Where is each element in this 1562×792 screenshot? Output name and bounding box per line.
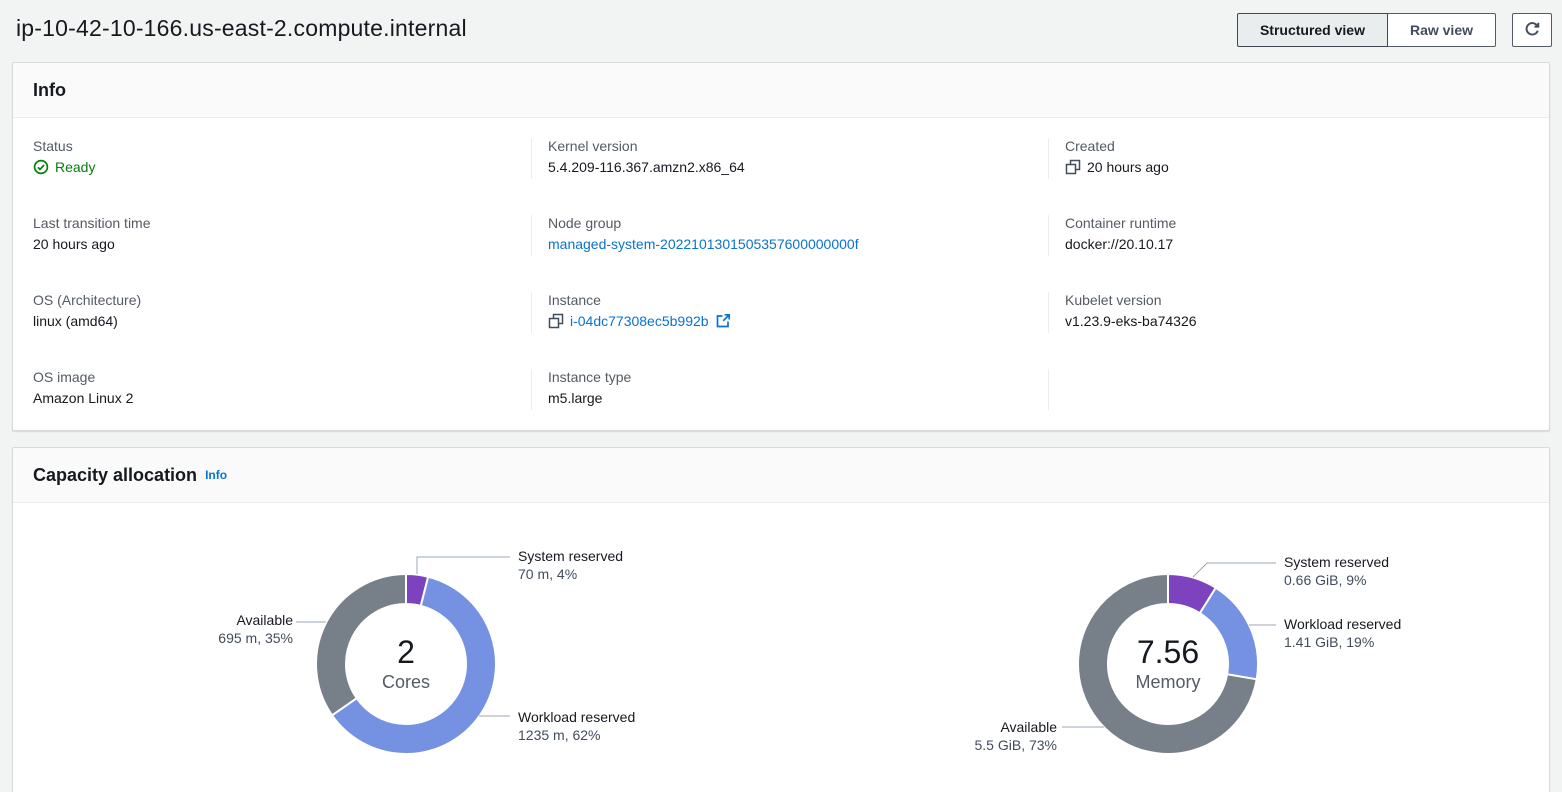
field-os-architecture: OS (Architecture) linux (amd64): [33, 292, 531, 333]
info-panel-title: Info: [33, 80, 66, 101]
node-group-link[interactable]: managed-system-2022101301505357600000000…: [548, 236, 859, 252]
field-kubelet-version: Kubelet version v1.23.9-eks-ba74326: [1048, 292, 1529, 333]
info-panel-header: Info: [13, 63, 1549, 118]
page-header: ip-10-42-10-166.us-east-2.compute.intern…: [0, 0, 1562, 62]
capacity-info-link[interactable]: Info: [205, 468, 227, 482]
field-instance: Instance i-04dc77308ec5b992b: [531, 292, 1048, 333]
copy-icon[interactable]: [1065, 159, 1081, 175]
cores-system-reserved-label: System reserved 70 m, 4%: [518, 547, 623, 583]
status-success-icon: [33, 159, 49, 175]
copy-icon[interactable]: [548, 313, 564, 329]
field-kernel-version: Kernel version 5.4.209-116.367.amzn2.x86…: [531, 138, 1048, 179]
field-node-group: Node group managed-system-20221013015053…: [531, 215, 1048, 256]
leader-line: [1193, 563, 1276, 577]
cores-workload-reserved-label: Workload reserved 1235 m, 62%: [518, 708, 635, 744]
field-container-runtime: Container runtime docker://20.10.17: [1048, 215, 1529, 256]
instance-link[interactable]: i-04dc77308ec5b992b: [570, 313, 709, 329]
external-link-icon[interactable]: [715, 313, 731, 329]
memory-workload-reserved-label: Workload reserved 1.41 GiB, 19%: [1284, 615, 1401, 651]
capacity-chart-area: 2 Cores System reserved 70 m, 4% Workloa…: [13, 503, 1549, 792]
header-actions: Structured view Raw view: [1237, 13, 1552, 47]
field-created: Created 20 hours ago: [1048, 138, 1529, 179]
info-panel: Info Status Ready Kernel version 5.4.209…: [12, 62, 1550, 431]
memory-available-label: Available 5.5 GiB, 73%: [921, 718, 1057, 754]
capacity-panel-title: Capacity allocation: [33, 465, 197, 486]
capacity-allocation-panel: Capacity allocation Info 2 Cores System r…: [12, 447, 1550, 792]
field-instance-type: Instance type m5.large: [531, 369, 1048, 410]
field-os-image: OS image Amazon Linux 2: [33, 369, 531, 410]
raw-view-button[interactable]: Raw view: [1388, 13, 1496, 47]
memory-system-reserved-label: System reserved 0.66 GiB, 9%: [1284, 553, 1389, 589]
donut-slice-workload-reserved[interactable]: [1200, 588, 1258, 680]
empty-cell: [1048, 369, 1529, 410]
cores-available-label: Available 695 m, 35%: [156, 611, 293, 647]
status-badge: Ready: [55, 159, 95, 175]
leader-line: [417, 557, 510, 574]
refresh-button[interactable]: [1512, 13, 1552, 47]
info-grid: Status Ready Kernel version 5.4.209-116.…: [13, 118, 1549, 430]
structured-view-button[interactable]: Structured view: [1237, 13, 1388, 47]
cores-donut-chart: 2 Cores System reserved 70 m, 4% Workloa…: [156, 543, 656, 792]
page-title: ip-10-42-10-166.us-east-2.compute.intern…: [16, 15, 467, 42]
memory-donut-chart: 7.56 Memory System reserved 0.66 GiB, 9%…: [921, 543, 1421, 792]
field-status: Status Ready: [33, 138, 531, 179]
field-last-transition-time: Last transition time 20 hours ago: [33, 215, 531, 256]
refresh-icon: [1523, 21, 1541, 39]
donut-slice-available[interactable]: [316, 574, 406, 715]
capacity-panel-header: Capacity allocation Info: [13, 448, 1549, 503]
